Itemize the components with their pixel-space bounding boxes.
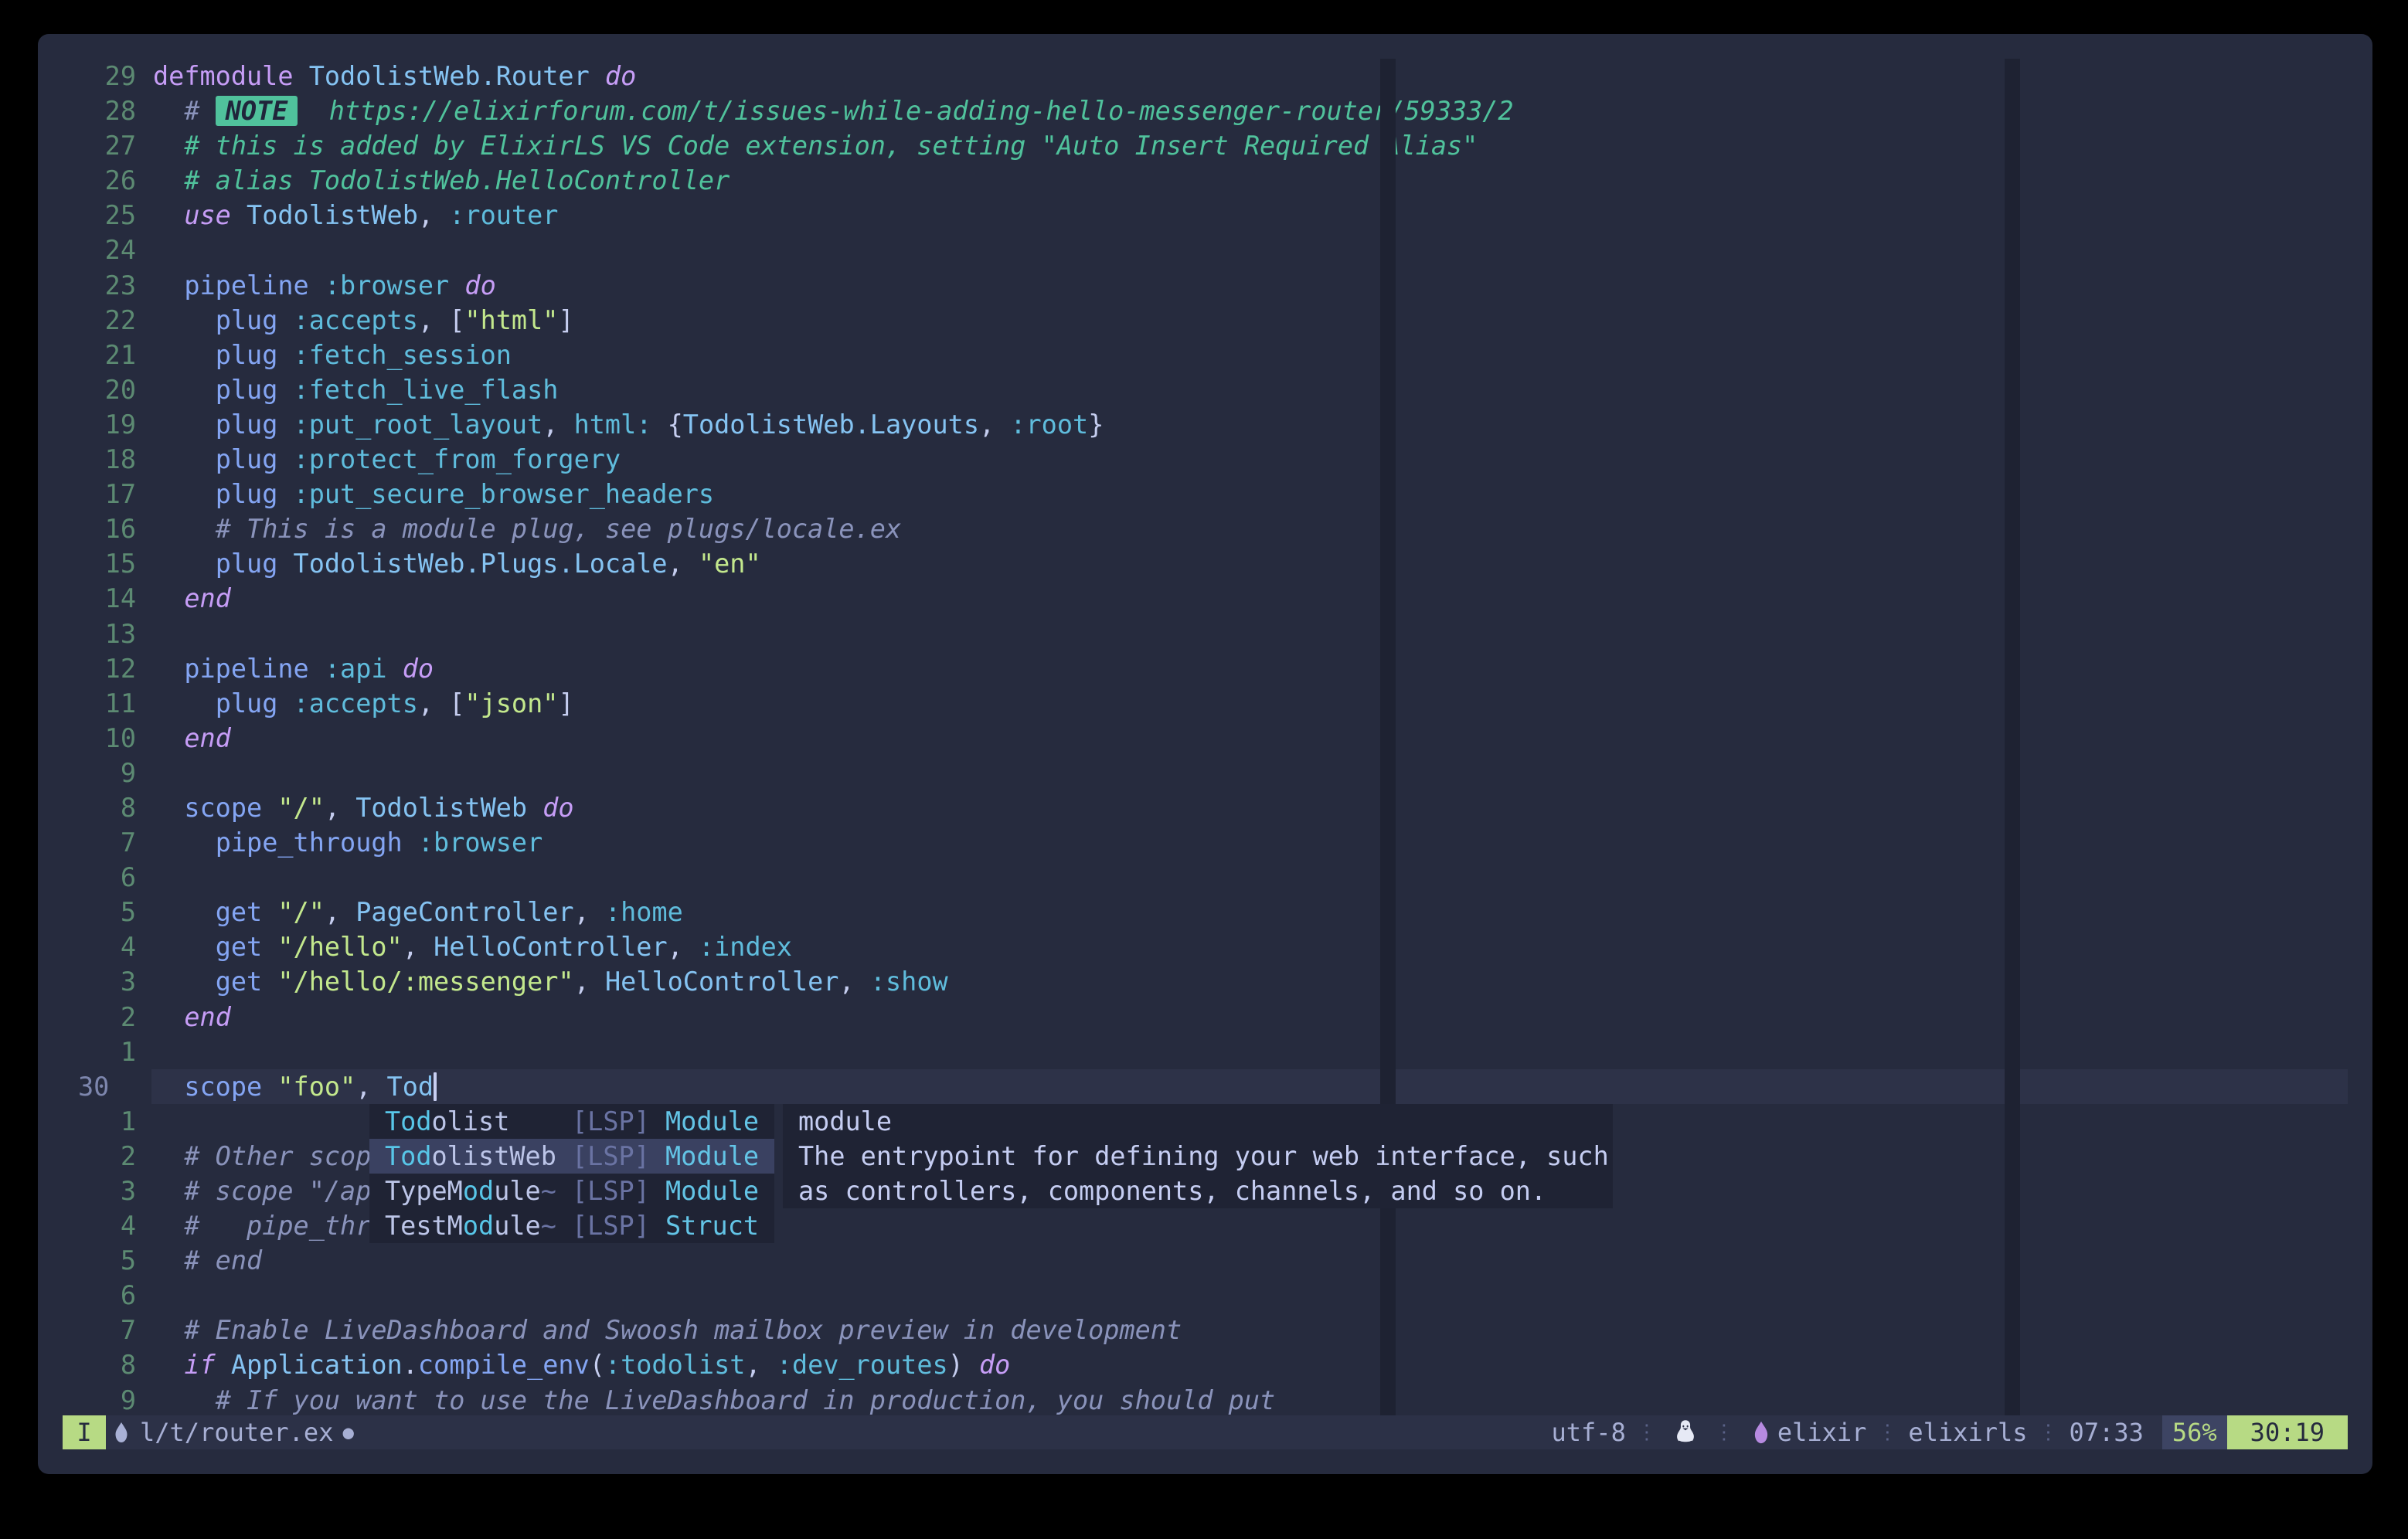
completion-item[interactable]: TestModule~[LSP] Struct (369, 1208, 774, 1243)
mode-indicator: I (63, 1415, 106, 1449)
completion-source-label: [LSP] (572, 1141, 665, 1171)
line-number: 4 (63, 929, 136, 964)
line-number: 24 (63, 233, 136, 267)
line-number: 12 (63, 651, 136, 686)
line-number: 6 (63, 1278, 136, 1313)
completion-item-name: Todolist (385, 1104, 572, 1139)
separator-dots: ⋮ (1637, 1421, 1657, 1444)
colorcolumn-80 (1380, 59, 1396, 1415)
line-number: 3 (63, 964, 136, 999)
line-number: 4 (63, 1208, 136, 1243)
line-number: 28 (63, 93, 136, 128)
completion-item[interactable]: TypeModule~[LSP] Module (369, 1174, 774, 1208)
line-number: 22 (63, 303, 136, 338)
cursor-position-badge: 30:19 (2227, 1415, 2348, 1449)
scroll-percent-badge: 56% (2162, 1415, 2227, 1449)
line-number: 15 (63, 546, 136, 581)
separator-dots: ⋮ (1714, 1421, 1734, 1444)
filetype-label: elixir (1777, 1418, 1867, 1447)
line-number: 11 (63, 686, 136, 721)
line-number: 18 (63, 442, 136, 477)
modified-indicator: ● (342, 1422, 353, 1443)
lsp-server-label: elixirls (1908, 1418, 2027, 1447)
completion-kind-label: Module (665, 1106, 759, 1136)
line-number: 2 (63, 1139, 136, 1174)
line-number: 10 (63, 721, 136, 756)
clock-label: 07:33 (2070, 1418, 2144, 1447)
line-number: 21 (63, 338, 136, 372)
completion-docs: moduleThe entrypoint for defining your w… (783, 1104, 1613, 1208)
completion-source-label: [LSP] (572, 1211, 665, 1241)
line-number: 8 (63, 1347, 136, 1382)
separator-dots: ⋮ (2039, 1421, 2059, 1444)
completion-item[interactable]: TodolistWeb[LSP] Module (369, 1139, 774, 1174)
line-number: 13 (63, 617, 136, 651)
completion-item-name: TodolistWeb (385, 1139, 572, 1174)
completion-popup[interactable]: Todolist[LSP] ModuleTodolistWeb[LSP] Mod… (369, 1104, 774, 1243)
completion-kind-label: Module (665, 1176, 759, 1206)
line-number: 3 (63, 1174, 136, 1208)
text-cursor (434, 1072, 437, 1101)
line-number: 29 (63, 59, 136, 93)
line-number: 23 (63, 268, 136, 303)
line-number: 19 (63, 407, 136, 442)
completion-doc-line: module (783, 1104, 1613, 1139)
line-number: 2 (63, 1000, 136, 1034)
editor-window: 29defmodule TodolistWeb.Router do28 # NO… (38, 34, 2372, 1474)
completion-item-name: TypeModule~ (385, 1174, 572, 1208)
line-number: 20 (63, 372, 136, 407)
line-number: 25 (63, 198, 136, 233)
completion-item[interactable]: Todolist[LSP] Module (369, 1104, 774, 1139)
line-number: 7 (63, 1313, 136, 1347)
completion-doc-line: as controllers, components, channels, an… (783, 1174, 1613, 1208)
completion-source-label: [LSP] (572, 1176, 665, 1206)
file-droplet-icon (112, 1421, 131, 1444)
line-number: 9 (63, 756, 136, 790)
line-number: 1 (63, 1034, 136, 1069)
line-number: 6 (63, 860, 136, 895)
line-number: 1 (63, 1104, 136, 1139)
line-number: 5 (63, 1243, 136, 1278)
line-number: 7 (63, 825, 136, 860)
line-number: 17 (63, 477, 136, 511)
completion-kind-label: Module (665, 1141, 759, 1171)
encoding-label: utf-8 (1552, 1418, 1626, 1447)
filename: l/t/router.ex (140, 1418, 333, 1447)
linux-penguin-icon (1674, 1419, 1697, 1446)
line-number: 26 (63, 163, 136, 198)
line-number: 14 (63, 581, 136, 616)
desktop-background: 29defmodule TodolistWeb.Router do28 # NO… (0, 0, 2408, 1539)
completion-source-label: [LSP] (572, 1106, 665, 1136)
completion-item-name: TestModule~ (385, 1208, 572, 1243)
line-number: 16 (63, 511, 136, 546)
separator-dots: ⋮ (1877, 1421, 1897, 1444)
statusline: I l/t/router.ex ● utf-8 ⋮ ⋮ elixir ⋮ eli… (63, 1415, 2348, 1449)
colorcolumn-120 (2005, 59, 2020, 1415)
line-number: 27 (63, 128, 136, 163)
line-number: 9 (63, 1383, 136, 1418)
line-number: 8 (63, 790, 136, 825)
completion-doc-line: The entrypoint for defining your web int… (783, 1139, 1613, 1174)
completion-kind-label: Struct (665, 1211, 759, 1241)
elixir-droplet-icon (1751, 1420, 1771, 1445)
line-number: 5 (63, 895, 136, 929)
line-number: 30 (63, 1069, 136, 1104)
